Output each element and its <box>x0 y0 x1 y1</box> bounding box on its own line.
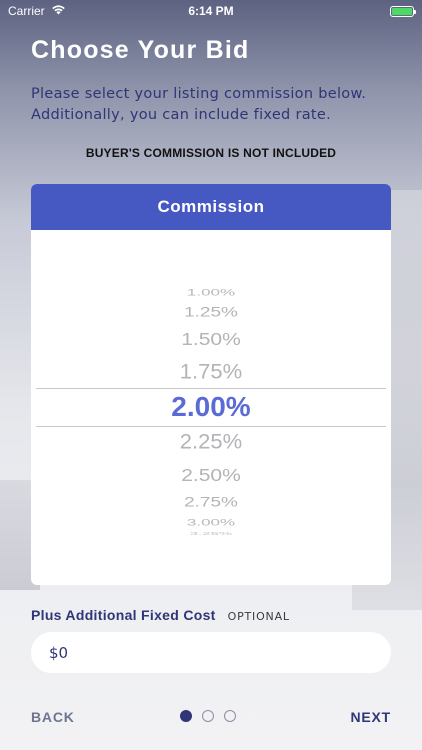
page-dot <box>180 710 192 722</box>
page-subtitle: Please select your listing commission be… <box>31 86 367 123</box>
optional-label: OPTIONAL <box>227 610 290 623</box>
next-button[interactable]: NEXT <box>350 709 391 725</box>
commission-notice: BUYER'S COMMISSION IS NOT INCLUDED <box>85 146 337 160</box>
battery-fill <box>392 7 412 15</box>
page-dot <box>202 710 214 722</box>
status-time: 6:14 PM <box>188 4 234 18</box>
picker-option[interactable]: 1.75% <box>31 361 391 383</box>
fixed-cost-label-row: Plus Additional Fixed Cost OPTIONAL <box>31 607 290 623</box>
picker-option-selected[interactable]: 2.00% <box>31 393 391 421</box>
picker-option[interactable]: 2.50% <box>31 466 391 484</box>
picker-option[interactable]: 2.25% <box>31 431 391 453</box>
picker-option[interactable]: 3.00% <box>31 517 391 526</box>
wifi-icon <box>51 4 66 18</box>
picker-option[interactable]: 1.25% <box>31 305 391 319</box>
commission-card: Commission 1.00% 1.25% 1.50% 1.75% 2.00% 2.25… <box>31 184 391 585</box>
back-button[interactable]: BACK <box>31 709 75 725</box>
picker-selection-line-top <box>36 388 386 389</box>
commission-picker[interactable]: 1.00% 1.25% 1.50% 1.75% 2.00% 2.25% 2.50% 2.75%… <box>31 230 391 585</box>
fixed-cost-input[interactable] <box>31 632 391 673</box>
carrier-label: Carrier <box>8 4 45 18</box>
picker-selection-line-bottom <box>36 426 386 427</box>
picker-option[interactable]: 1.00% <box>31 287 391 296</box>
picker-option[interactable]: 1.50% <box>31 330 391 348</box>
battery-icon <box>390 5 416 17</box>
page-indicator <box>180 710 236 722</box>
status-bar: Carrier 6:14 PM <box>0 0 422 22</box>
page-dot <box>224 710 236 722</box>
picker-option[interactable]: 2.75% <box>31 495 391 509</box>
page-title: Choose Your Bid <box>31 36 250 64</box>
picker-option[interactable]: 3.25% <box>31 531 391 536</box>
commission-card-header: Commission <box>31 184 391 230</box>
fixed-cost-label: Plus Additional Fixed Cost <box>31 607 216 623</box>
